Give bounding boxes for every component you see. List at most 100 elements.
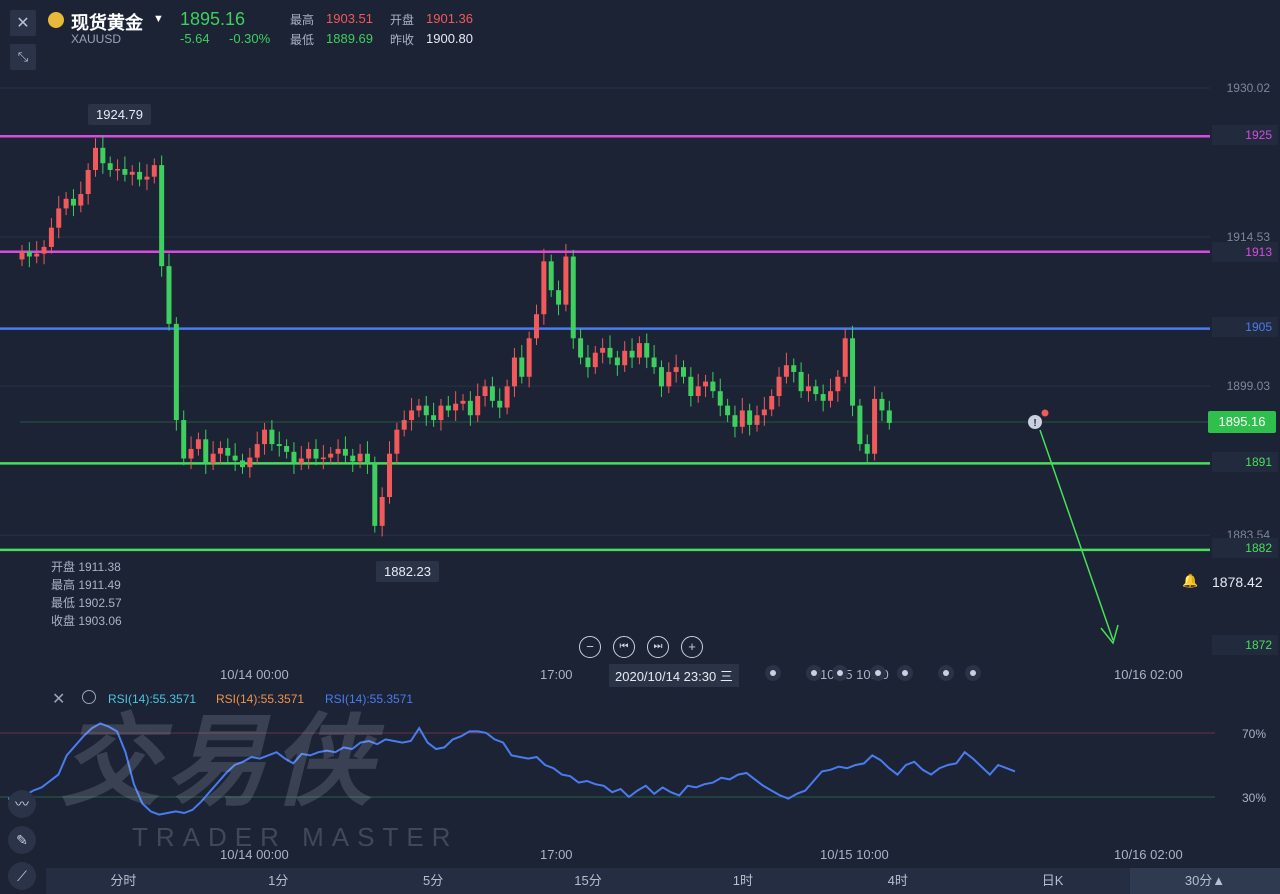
candle-body[interactable]: [681, 367, 686, 377]
candle-body[interactable]: [717, 391, 723, 406]
candle-body[interactable]: [511, 357, 517, 387]
level-tag-1872[interactable]: 1872: [1212, 635, 1278, 655]
candle-body[interactable]: [651, 357, 657, 368]
event-dot[interactable]: [870, 665, 886, 681]
candle-body[interactable]: [592, 352, 598, 368]
candle-body[interactable]: [636, 343, 642, 358]
candle-body[interactable]: [600, 347, 606, 353]
candle-body[interactable]: [409, 410, 415, 421]
candle-body[interactable]: [56, 208, 62, 228]
candle-body[interactable]: [210, 453, 216, 464]
candle-body[interactable]: [666, 371, 672, 387]
candle-body[interactable]: [453, 403, 459, 411]
candle-body[interactable]: [144, 176, 150, 180]
candle-body[interactable]: [585, 357, 591, 368]
candle-body[interactable]: [181, 420, 187, 459]
candle-body[interactable]: [284, 446, 290, 452]
candle-body[interactable]: [203, 439, 209, 464]
candle-body[interactable]: [467, 400, 473, 416]
alert-price[interactable]: 1878.42: [1212, 574, 1263, 590]
candle-body[interactable]: [151, 165, 157, 177]
candle-body[interactable]: [460, 400, 466, 404]
candle-body[interactable]: [710, 381, 716, 392]
candle-body[interactable]: [48, 227, 54, 247]
candle-body[interactable]: [387, 453, 392, 498]
candle-body[interactable]: [379, 497, 385, 526]
candle-body[interactable]: [644, 343, 650, 358]
candle-body[interactable]: [115, 168, 121, 171]
candle-body[interactable]: [526, 338, 532, 377]
candle-body[interactable]: [431, 415, 437, 421]
candle-body[interactable]: [732, 415, 738, 427]
candle-body[interactable]: [614, 357, 620, 366]
candle-body[interactable]: [423, 405, 429, 416]
event-dot[interactable]: [938, 665, 954, 681]
candle-body[interactable]: [497, 400, 503, 408]
pencil-icon[interactable]: ✎: [8, 826, 36, 854]
candle-body[interactable]: [791, 365, 797, 372]
candle-body[interactable]: [747, 410, 753, 425]
candle-body[interactable]: [247, 457, 253, 468]
candle-body[interactable]: [475, 396, 481, 416]
candle-body[interactable]: [688, 376, 694, 397]
event-dot[interactable]: [765, 665, 781, 681]
candle-body[interactable]: [482, 386, 488, 397]
candle-body[interactable]: [754, 415, 760, 425]
candle-body[interactable]: [703, 381, 709, 387]
trend-tool-icon[interactable]: ⟋: [8, 862, 36, 890]
level-tag-1882[interactable]: 1882: [1212, 538, 1278, 558]
candle-body[interactable]: [320, 457, 326, 460]
candle-body[interactable]: [19, 251, 25, 260]
tab-4hour[interactable]: 4时: [820, 868, 975, 894]
tab-5min[interactable]: 5分: [356, 868, 511, 894]
candle-body[interactable]: [629, 350, 635, 358]
zoom-out-button[interactable]: −: [579, 636, 601, 658]
candle-body[interactable]: [725, 405, 731, 416]
candle-body[interactable]: [769, 396, 775, 410]
candle-body[interactable]: [217, 447, 223, 454]
candle-body[interactable]: [166, 266, 172, 324]
candle-body[interactable]: [658, 367, 664, 387]
candle-body[interactable]: [254, 444, 260, 458]
candle-body[interactable]: [269, 429, 275, 445]
candle-body[interactable]: [805, 386, 811, 392]
candle-body[interactable]: [578, 338, 584, 358]
candle-body[interactable]: [188, 448, 194, 459]
candle-body[interactable]: [519, 357, 525, 377]
level-tag-1905[interactable]: 1905: [1212, 317, 1278, 337]
candle-body[interactable]: [240, 460, 245, 468]
candle-body[interactable]: [85, 169, 91, 195]
candle-body[interactable]: [401, 420, 407, 430]
candle-body[interactable]: [78, 194, 84, 206]
candle-body[interactable]: [107, 163, 113, 170]
candle-body[interactable]: [335, 448, 341, 454]
candle-body[interactable]: [445, 405, 451, 411]
candle-body[interactable]: [504, 386, 510, 408]
candle-body[interactable]: [673, 367, 679, 372]
candle-body[interactable]: [93, 147, 98, 170]
candle-body[interactable]: [695, 386, 701, 397]
candle-body[interactable]: [820, 394, 826, 401]
candle-body[interactable]: [372, 463, 378, 526]
candle-body[interactable]: [313, 448, 319, 459]
candle-body[interactable]: [607, 347, 613, 358]
candle-body[interactable]: [548, 261, 554, 291]
candle-body[interactable]: [886, 410, 892, 423]
candle-body[interactable]: [291, 451, 297, 464]
tab-timeshare[interactable]: 分时: [46, 868, 201, 894]
candle-body[interactable]: [563, 256, 569, 305]
candle-body[interactable]: [364, 453, 370, 464]
tab-15min[interactable]: 15分: [511, 868, 666, 894]
candle-body[interactable]: [438, 405, 444, 421]
candle-body[interactable]: [783, 365, 789, 377]
candle-body[interactable]: [63, 198, 69, 209]
rsi-settings-icon[interactable]: [82, 690, 96, 704]
candle-body[interactable]: [276, 444, 282, 447]
zoom-in-button[interactable]: +: [681, 636, 703, 658]
candle-body[interactable]: [556, 290, 562, 305]
candle-body[interactable]: [129, 171, 135, 175]
level-tag-1925[interactable]: 1925: [1212, 125, 1278, 145]
candle-body[interactable]: [137, 171, 143, 180]
candle-body[interactable]: [879, 398, 885, 411]
candle-body[interactable]: [534, 314, 539, 339]
